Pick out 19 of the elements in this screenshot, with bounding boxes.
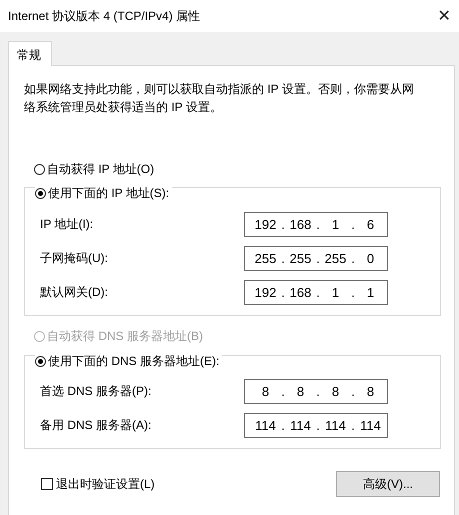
radio-option[interactable]: 使用下面的 IP 地址(S): <box>35 184 172 202</box>
field-label: 首选 DNS 服务器(P): <box>40 383 152 400</box>
description-text: 如果网络支持此功能，则可以获取自动指派的 IP 设置。否则，你需要从网络系统管理员处获得适当的 IP 设置。 <box>24 81 415 116</box>
ip-address-field[interactable]: 255 . 255 . 255 . 0 <box>244 246 388 270</box>
field-label: 子网掩码(U): <box>40 250 108 266</box>
checkbox-option[interactable]: 退出时验证设置(L) <box>41 476 155 492</box>
advanced-button[interactable]: 高级(V)... <box>336 471 440 497</box>
field-label: 备用 DNS 服务器(A): <box>40 417 152 434</box>
tab[interactable]: 常规 <box>8 41 52 66</box>
radio-option[interactable]: 使用下面的 DNS 服务器地址(E): <box>35 352 222 370</box>
ip-address-field[interactable]: 192 . 168 . 1 . 6 <box>244 212 388 236</box>
radio-option[interactable]: 自动获得 IP 地址(O) <box>34 160 440 178</box>
field-label: IP 地址(I): <box>40 216 94 232</box>
field-label: 默认网关(D): <box>40 284 108 300</box>
close-button[interactable]: ✕ <box>429 1 459 31</box>
ip-address-field[interactable]: 8 . 8 . 8 . 8 <box>244 379 388 404</box>
window-title: Internet 协议版本 4 (TCP/IPv4) 属性 <box>8 8 200 24</box>
ip-address-field[interactable]: 114 . 114 . 114 . 114 <box>244 413 388 438</box>
ip-address-field[interactable]: 192 . 168 . 1 . 1 <box>244 280 388 304</box>
